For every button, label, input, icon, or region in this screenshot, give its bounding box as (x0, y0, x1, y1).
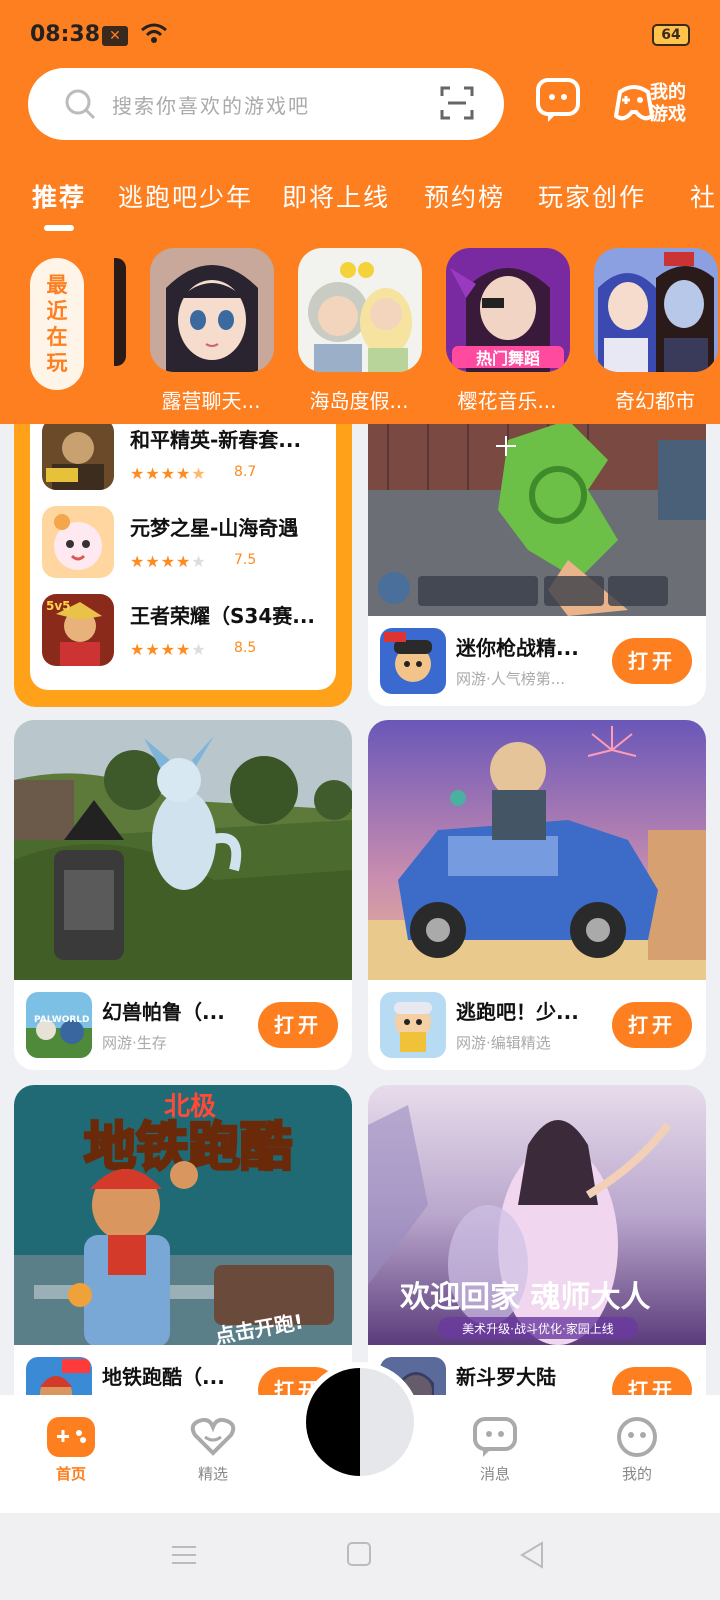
open-button[interactable]: 打开 (612, 638, 692, 684)
tab-escape[interactable]: 逃跑吧少年 (118, 178, 253, 214)
my-games-button[interactable]: 我的 游戏 (614, 78, 694, 130)
recent-game-name: 奇幻都市 (615, 389, 695, 413)
recent-game-name: 海岛度假... (309, 389, 409, 413)
rating-score: 7.5 (234, 552, 257, 568)
game-info: 迷你枪战精... 网游·人气榜第... 打开 (368, 616, 706, 706)
nav-mine[interactable]: 我的 (592, 1417, 682, 1484)
game-card[interactable]: 逃跑吧！少... 网游·编辑精选 打开 (368, 720, 706, 1070)
recent-game-icon[interactable] (298, 248, 422, 372)
rating-score: 8.7 (234, 464, 257, 480)
tab-creations[interactable]: 玩家创作 (538, 178, 646, 214)
svg-text:PALWORLD: PALWORLD (34, 1015, 90, 1025)
game-icon: PALWORLD (26, 992, 92, 1058)
nav-featured[interactable]: 精选 (168, 1417, 258, 1484)
game-name: 地铁跑酷（... (102, 1365, 225, 1389)
open-button[interactable]: 打开 (612, 1002, 692, 1048)
nav-mine-label: 我的 (621, 1465, 652, 1483)
tab-upcoming[interactable]: 即将上线 (282, 178, 390, 214)
tab-recommend[interactable]: 推荐 (32, 178, 86, 214)
game-screenshot (368, 720, 706, 982)
game-screenshot: 欢迎回家 魂师大人 美术升级·战斗优化·家园上线 (368, 1085, 706, 1347)
game-name: 迷你枪战精... (456, 636, 579, 660)
face-icon (617, 1417, 657, 1457)
tab-community[interactable]: 社 (690, 178, 717, 214)
nav-home-label: 首页 (55, 1465, 86, 1483)
top-header: 08:38 ✕ 64 搜索你喜欢的游戏吧 我的 游戏 推荐 逃跑吧少年 即将上线… (0, 0, 720, 424)
gamepad-icon (47, 1417, 95, 1457)
game-card[interactable]: 迷你枪战精... 网游·人气榜第... 打开 (368, 400, 706, 706)
game-name: 逃跑吧！少... (456, 1000, 579, 1024)
game-icon (380, 628, 446, 694)
game-info: PALWORLD 幻兽帕鲁（... 网游·生存 打开 (14, 980, 352, 1070)
game-card[interactable]: 欢迎回家 魂师大人 美术升级·战斗优化·家园上线 新斗罗大陆 打开 (368, 1085, 706, 1435)
scan-icon[interactable] (440, 86, 474, 124)
center-action-button[interactable] (300, 1362, 420, 1482)
game-card[interactable]: 北极 地铁跑酷 点击开跑! 地铁跑酷（... 打开 (14, 1085, 352, 1435)
tab-indicator (44, 225, 74, 231)
ranking-list: 和平精英-新春套... ★★★★★ 8.7 元梦之星-山海奇遇 ★★★★★ 7.… (30, 400, 336, 690)
tab-reservations[interactable]: 预约榜 (424, 178, 505, 214)
rating-stars: ★★★★★ (130, 464, 207, 483)
status-time: 08:38 (30, 22, 101, 47)
game-name: 幻兽帕鲁（... (102, 1000, 225, 1024)
game-icon (42, 418, 114, 490)
search-placeholder: 搜索你喜欢的游戏吧 (112, 94, 310, 118)
game-icon (42, 506, 114, 578)
game-tag: 网游·生存 (102, 1034, 167, 1052)
recent-game-icon[interactable]: 热门舞蹈 (446, 248, 570, 372)
wifi-icon (140, 22, 168, 50)
open-button[interactable]: 打开 (258, 1002, 338, 1048)
chat-icon (473, 1417, 517, 1457)
game-card[interactable]: PALWORLD 幻兽帕鲁（... 网游·生存 打开 (14, 720, 352, 1070)
game-icon (380, 992, 446, 1058)
nav-messages-label: 消息 (479, 1465, 510, 1483)
ranking-item-name: 和平精英-新春套... (130, 428, 302, 452)
game-screenshot: 北极 地铁跑酷 点击开跑! (14, 1085, 352, 1347)
heart-icon (190, 1417, 236, 1456)
system-nav-bar (0, 1513, 720, 1600)
back-icon[interactable] (520, 1541, 543, 1569)
hot-dance-badge: 热门舞蹈 (476, 349, 540, 368)
app-screen: 和平精英-新春套... ★★★★★ 8.7 元梦之星-山海奇遇 ★★★★★ 7.… (0, 0, 720, 1600)
search-bar[interactable]: 搜索你喜欢的游戏吧 (28, 68, 504, 140)
rating-stars: ★★★★★ (130, 640, 207, 659)
nav-home[interactable]: 首页 (26, 1417, 116, 1484)
search-icon (64, 88, 96, 124)
game-tag: 网游·人气榜第... (456, 670, 566, 688)
recent-game-name: 樱花音乐... (457, 389, 557, 413)
home-icon[interactable] (347, 1542, 371, 1566)
menu-icon[interactable] (172, 1546, 196, 1564)
game-icon: 5v5 (42, 594, 114, 666)
svg-text:5v5: 5v5 (46, 599, 71, 613)
recent-game-name: 露营聊天... (161, 389, 261, 413)
game-name: 新斗罗大陆 (456, 1365, 556, 1389)
ranking-card: 和平精英-新春套... ★★★★★ 8.7 元梦之星-山海奇遇 ★★★★★ 7.… (14, 400, 352, 707)
ranking-item-name: 元梦之星-山海奇遇 (130, 516, 299, 540)
recent-game-partial[interactable] (114, 258, 126, 366)
nav-messages[interactable]: 消息 (450, 1417, 540, 1484)
banner-subtitle: 美术升级·战斗优化·家园上线 (462, 1321, 614, 1336)
game-info: 逃跑吧！少... 网游·编辑精选 打开 (368, 980, 706, 1070)
battery-indicator: 64 (652, 24, 690, 46)
ranking-item[interactable]: 5v5 王者荣耀（S34赛... ★★★★★ 8.5 (42, 594, 332, 668)
message-icon[interactable] (536, 78, 580, 126)
recent-game-icon[interactable] (594, 248, 718, 372)
ranking-item-name: 王者荣耀（S34赛... (130, 604, 316, 628)
nav-featured-label: 精选 (197, 1465, 228, 1483)
notification-icon: ✕ (102, 26, 128, 46)
banner-title: 欢迎回家 魂师大人 (399, 1280, 650, 1315)
ranking-item[interactable]: 元梦之星-山海奇遇 ★★★★★ 7.5 (42, 506, 332, 580)
game-screenshot (14, 720, 352, 982)
rating-stars: ★★★★★ (130, 552, 207, 571)
status-bar: 08:38 ✕ 64 (30, 18, 690, 54)
game-tag: 网游·编辑精选 (456, 1034, 551, 1052)
yin-yang-icon (306, 1368, 414, 1476)
ranking-item[interactable]: 和平精英-新春套... ★★★★★ 8.7 (42, 418, 332, 492)
recent-game-icon[interactable] (150, 248, 274, 372)
rating-score: 8.5 (234, 640, 257, 656)
recent-label: 最近在玩 (30, 258, 84, 390)
my-games-label: 我的 游戏 (650, 82, 686, 125)
game-screenshot (368, 400, 706, 616)
category-tabs: 推荐 逃跑吧少年 即将上线 预约榜 玩家创作 社 (0, 178, 720, 238)
